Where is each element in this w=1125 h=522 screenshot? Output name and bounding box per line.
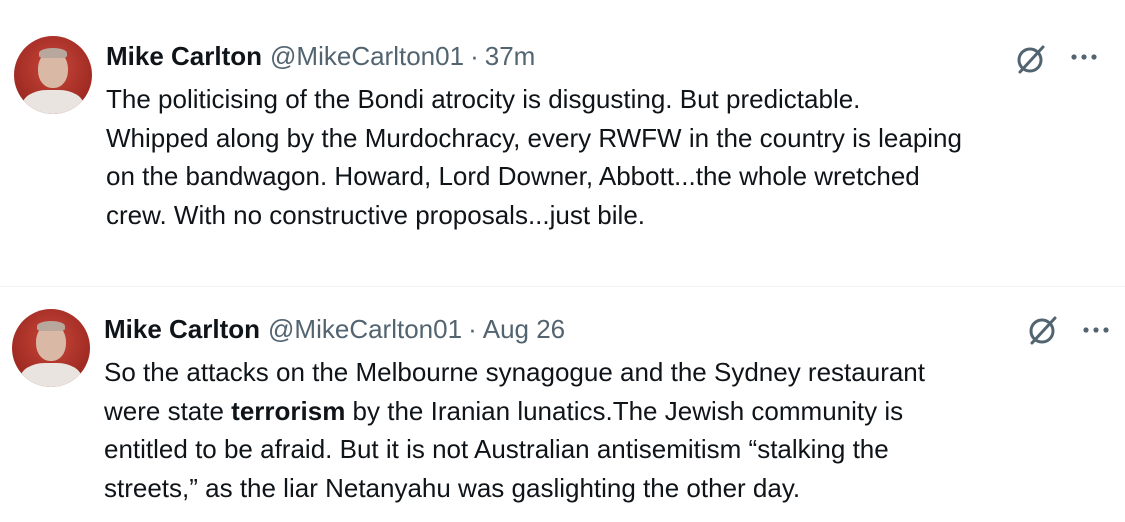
grok-icon[interactable] (1014, 42, 1048, 76)
tweet-header: Mike Carlton @MikeCarlton01 · Aug 26 (104, 313, 565, 345)
author-name[interactable]: Mike Carlton (106, 40, 262, 72)
tweet-text: So the attacks on the Melbourne synagogu… (104, 353, 925, 507)
tweet-text-line: streets,” as the liar Netanyahu was gasl… (104, 472, 801, 503)
tweet-text-line: So the attacks on the Melbourne synagogu… (104, 357, 925, 387)
tweet-text-line: on the bandwagon. Howard, Lord Downer, A… (106, 161, 920, 191)
author-handle[interactable]: @MikeCarlton01 (270, 40, 464, 72)
more-icon[interactable] (1080, 320, 1112, 340)
bold-text: terrorism (231, 395, 346, 426)
author-handle[interactable]: @MikeCarlton01 (268, 313, 462, 345)
avatar[interactable] (14, 36, 92, 114)
separator-dot: · (470, 41, 479, 71)
tweet-header: Mike Carlton @MikeCarlton01 · 37m (106, 40, 535, 72)
tweet-text: The politicising of the Bondi atrocity i… (106, 80, 962, 234)
separator-dot: · (468, 314, 477, 344)
tweet[interactable]: Mike Carlton @MikeCarlton01 · Aug 26 So … (0, 287, 1125, 522)
tweet-text-line: Whipped along by the Murdochracy, every … (106, 122, 962, 153)
timestamp[interactable]: 37m (485, 40, 536, 72)
tweet-text-line: entitled to be afraid. But it is not Aus… (104, 434, 889, 464)
more-icon[interactable] (1068, 47, 1100, 67)
tweet-text-line: crew. With no constructive proposals...j… (106, 199, 646, 230)
tweet-text-line: The politicising of the Bondi atrocity i… (106, 84, 861, 114)
tweet-text-line: were state terrorism by the Iranian luna… (104, 392, 925, 431)
text-segment: were state (104, 395, 232, 426)
tweet[interactable]: Mike Carlton @MikeCarlton01 · 37m The po… (0, 0, 1125, 286)
author-name[interactable]: Mike Carlton (104, 313, 260, 345)
grok-icon[interactable] (1026, 313, 1060, 347)
avatar[interactable] (12, 309, 90, 387)
text-segment: by the Iranian lunatics.The Jewish commu… (345, 395, 904, 426)
timestamp[interactable]: Aug 26 (483, 313, 565, 345)
